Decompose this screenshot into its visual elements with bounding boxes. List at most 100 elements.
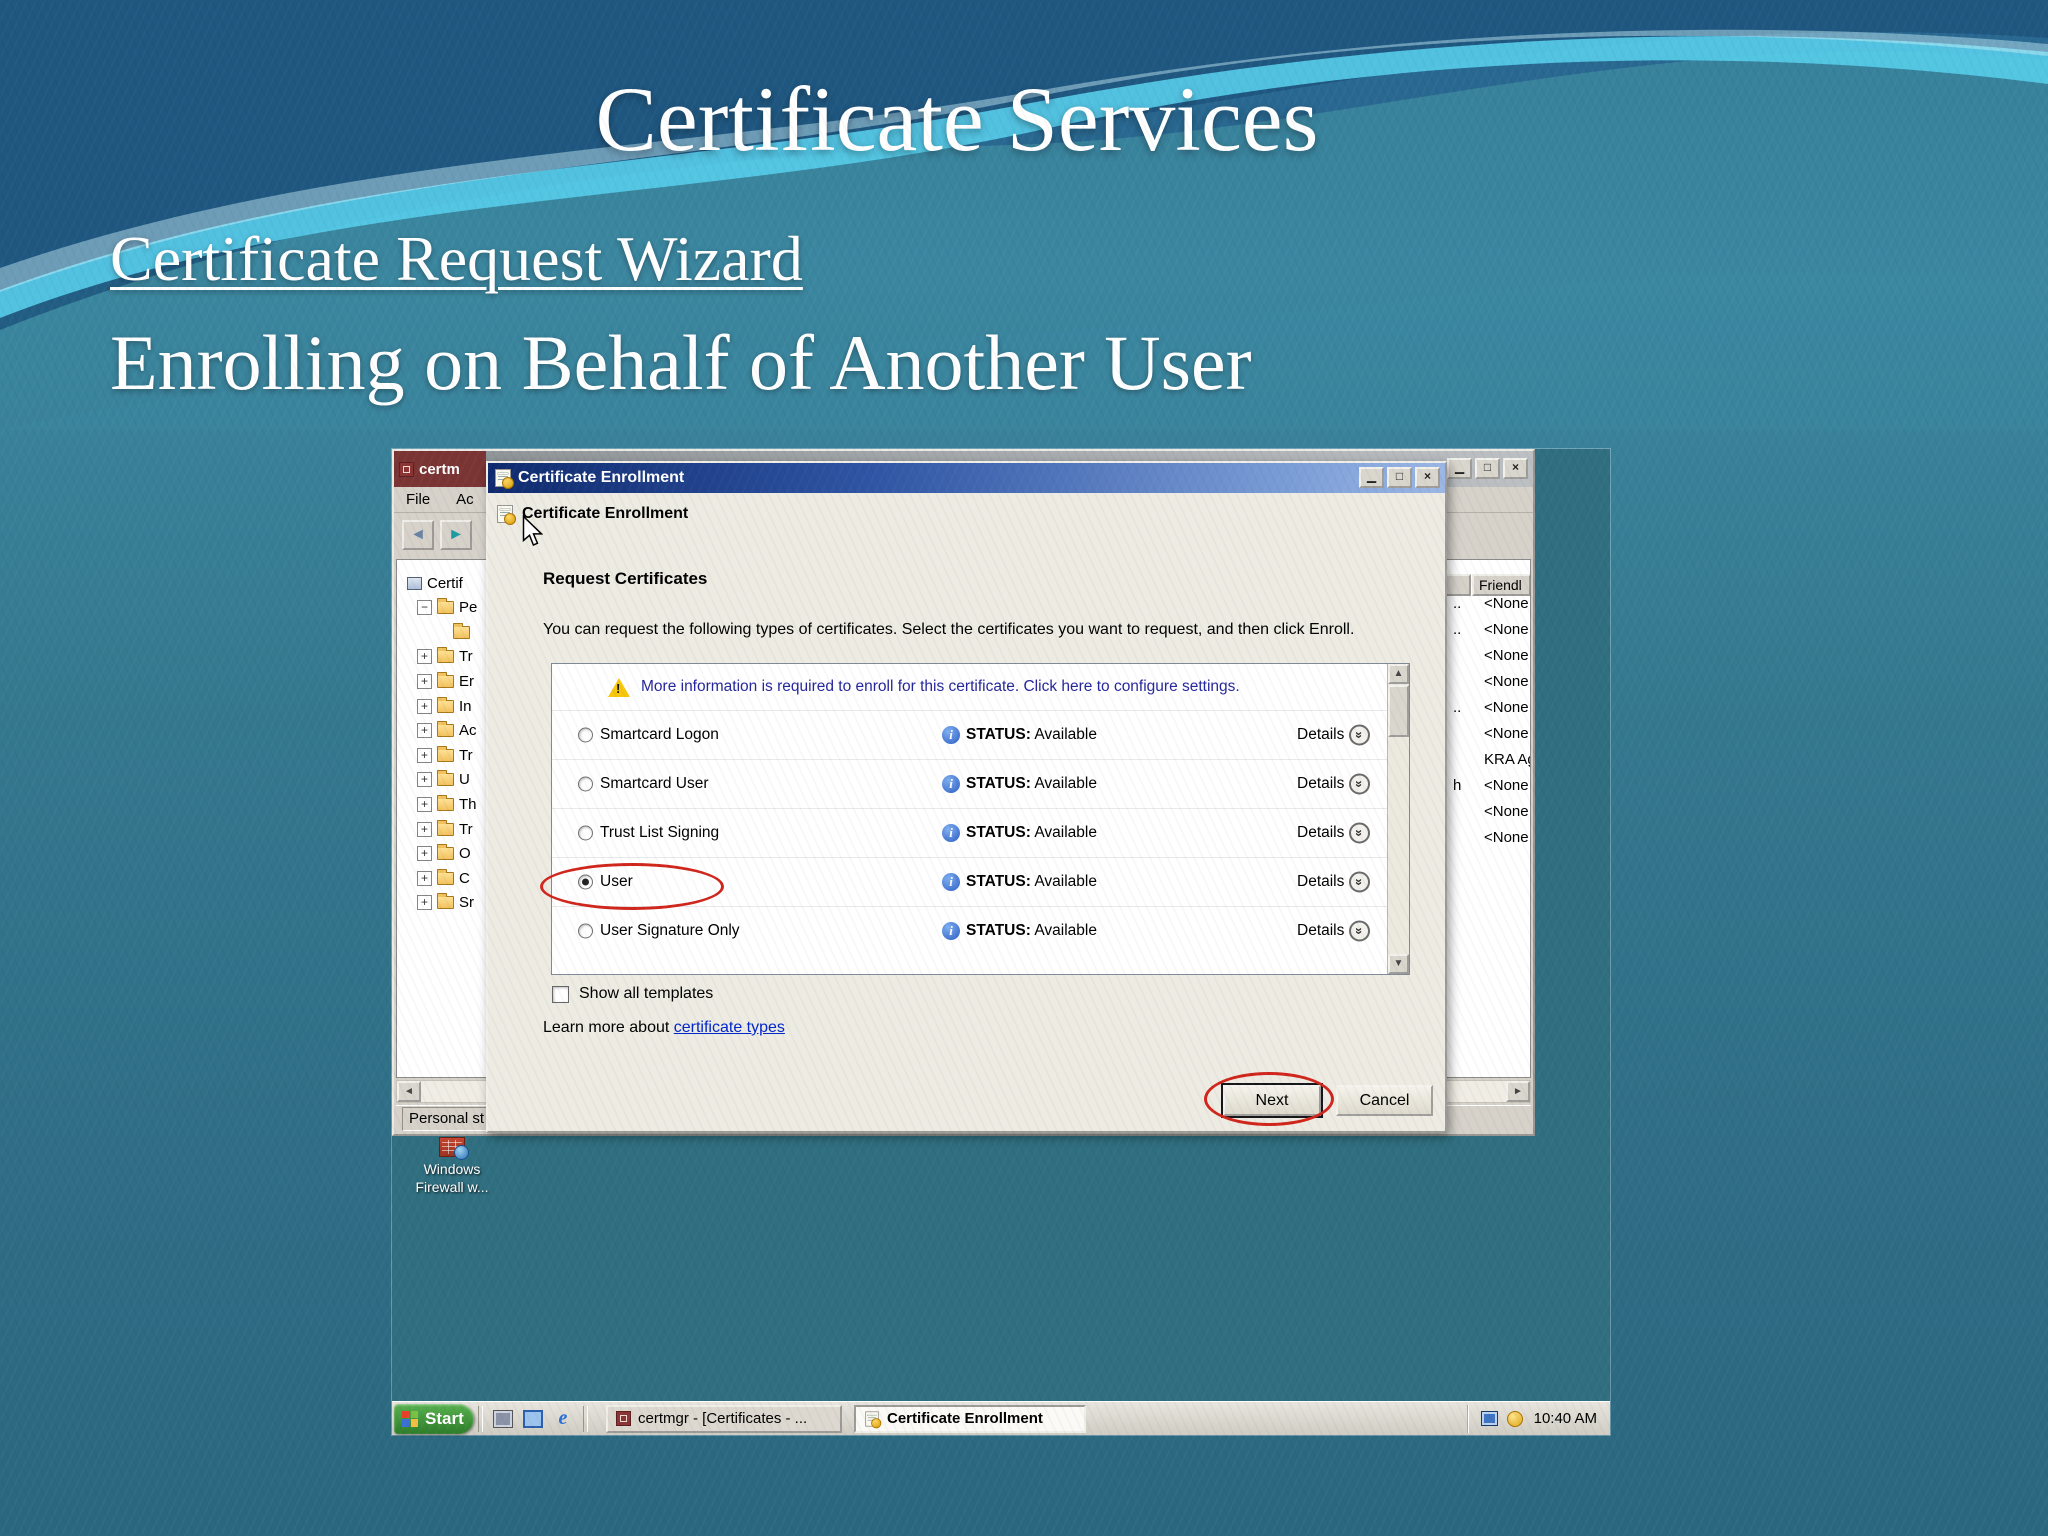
cert-name-label[interactable]: Smartcard User [600, 775, 709, 793]
details-label[interactable]: Details [1297, 824, 1344, 842]
info-icon: i [942, 775, 960, 793]
list-cell-value: KRA Ag [1484, 751, 1531, 768]
chevron-down-icon: » [1351, 780, 1367, 788]
details-expander-button[interactable]: » [1349, 724, 1370, 746]
start-button[interactable]: Start [394, 1403, 474, 1434]
show-all-label: Show all templates [579, 985, 714, 1002]
certificate-icon [865, 1410, 882, 1428]
list-cell-value: <None [1484, 803, 1529, 820]
section-title: Request Certificates [543, 569, 708, 588]
forward-icon: ► [448, 526, 464, 543]
chevron-down-icon: » [1351, 927, 1367, 935]
slide-title: Certificate Services [595, 68, 1319, 170]
minimize-button[interactable]: ▁ [1359, 467, 1384, 488]
radio-button[interactable] [578, 874, 593, 890]
cert-name-label[interactable]: User [600, 873, 633, 891]
details-label[interactable]: Details [1297, 775, 1344, 793]
cert-name-label[interactable]: User Signature Only [600, 922, 740, 940]
taskbar-divider [583, 1405, 588, 1432]
radio-button[interactable] [578, 776, 593, 792]
close-button[interactable]: × [1415, 467, 1440, 488]
scroll-left-button[interactable]: ◄ [397, 1081, 421, 1102]
windows-logo-icon [402, 1410, 418, 1427]
certmgr-icon [399, 461, 414, 477]
show-all-templates[interactable]: Show all templates [552, 985, 713, 1003]
warning-icon [608, 677, 630, 697]
clock: 10:40 AM [1533, 1410, 1597, 1427]
maximize-button[interactable]: □ [1387, 467, 1412, 488]
cert-name-label[interactable]: Smartcard Logon [600, 726, 719, 744]
quicklaunch-icon-2[interactable] [523, 1409, 543, 1428]
slide: Certificate Services Certificate Request… [0, 0, 2048, 1536]
radio-button[interactable] [578, 923, 593, 939]
cert-row[interactable]: Trust List Signing i STATUS: Available Deta… [552, 808, 1387, 857]
menu-action[interactable]: Ac [456, 491, 474, 508]
cert-row[interactable]: Smartcard Logon i STATUS: Available Details… [552, 710, 1387, 759]
dialog-titlebar[interactable]: Certificate Enrollment ▁ □ × [488, 463, 1445, 493]
cancel-button[interactable]: Cancel [1336, 1085, 1433, 1116]
more-info-warning[interactable]: More information is required to enroll f… [552, 664, 1387, 710]
desktop-screenshot: certm ▁ □ × File Ac ◄ ► Certif − Pe + Tr + Er +… [392, 449, 1610, 1435]
certificate-types-link[interactable]: certificate types [674, 1019, 785, 1036]
cert-row[interactable]: Smartcard User i STATUS: Available Details » [552, 759, 1387, 808]
close-button[interactable]: × [1503, 458, 1528, 479]
maximize-button[interactable]: □ [1475, 458, 1500, 479]
taskbar-button-certmgr[interactable]: certmgr - [Certificates - ... [606, 1404, 842, 1433]
start-label: Start [425, 1408, 464, 1428]
status-text: STATUS: Available [966, 775, 1097, 792]
vertical-scrollbar[interactable]: ▲ ▼ [1387, 664, 1409, 974]
chevron-down-icon: » [1351, 731, 1367, 739]
details-label[interactable]: Details [1297, 726, 1344, 744]
quicklaunch-icon-1[interactable] [493, 1409, 513, 1428]
taskbar-button-certificate-enrollment[interactable]: Certificate Enrollment [854, 1404, 1086, 1433]
next-button[interactable]: Next [1223, 1085, 1321, 1116]
details-expander-button[interactable]: » [1349, 920, 1370, 942]
certificate-icon [495, 469, 514, 489]
chevron-down-icon: » [1351, 829, 1367, 837]
quick-launch: e [487, 1407, 579, 1429]
mouse-cursor [522, 515, 543, 547]
cert-name-label[interactable]: Trust List Signing [600, 824, 719, 842]
details-label[interactable]: Details [1297, 922, 1344, 940]
warning-link-text[interactable]: More information is required to enroll f… [641, 678, 1240, 696]
back-button[interactable]: ◄ [402, 520, 434, 550]
list-cell-fragment: .. [1453, 699, 1462, 716]
status-text: STATUS: Available [966, 726, 1097, 743]
details-expander-button[interactable]: » [1349, 773, 1370, 795]
details-expander-button[interactable]: » [1349, 871, 1370, 893]
minimize-button[interactable]: ▁ [1447, 458, 1472, 479]
scroll-down-button[interactable]: ▼ [1388, 954, 1409, 974]
certmgr-title-area: certm [394, 451, 486, 487]
show-all-checkbox[interactable] [552, 985, 569, 1003]
details-label[interactable]: Details [1297, 873, 1344, 891]
quicklaunch-ie-icon[interactable]: e [553, 1407, 573, 1429]
desktop-icon-windows-firewall[interactable]: Windows Firewall w... [404, 1137, 500, 1196]
radio-button[interactable] [578, 825, 593, 841]
tray-icon-2[interactable] [1506, 1410, 1523, 1427]
task-label: certmgr - [Certificates - ... [638, 1410, 808, 1427]
radio-button[interactable] [578, 727, 593, 743]
tray-icon-1[interactable] [1480, 1411, 1498, 1426]
info-icon: i [942, 824, 960, 842]
back-icon: ◄ [410, 526, 426, 543]
list-cell-value: <None [1484, 673, 1529, 690]
info-icon: i [942, 922, 960, 940]
list-cell-fragment: .. [1453, 621, 1462, 638]
list-cell-value: <None [1484, 829, 1529, 846]
system-tray: 10:40 AM [1466, 1404, 1607, 1433]
info-icon: i [942, 726, 960, 744]
cert-row[interactable]: User i STATUS: Available Details » [552, 857, 1387, 906]
scrollbar-thumb[interactable] [1388, 685, 1409, 737]
cert-row[interactable]: User Signature Only i STATUS: Available Det… [552, 906, 1387, 955]
list-cell-value: <None [1484, 777, 1529, 794]
scroll-right-button[interactable]: ► [1506, 1081, 1530, 1102]
forward-button[interactable]: ► [440, 520, 472, 550]
cert-list: Smartcard Logon i STATUS: Available Details… [552, 710, 1387, 955]
taskbar: Start e certmgr - [Certificates - ... Ce… [392, 1401, 1610, 1435]
task-label: Certificate Enrollment [887, 1410, 1043, 1427]
menu-file[interactable]: File [406, 491, 430, 508]
details-expander-button[interactable]: » [1349, 822, 1370, 844]
desktop-icon-label: Firewall w... [415, 1179, 489, 1196]
scroll-up-button[interactable]: ▲ [1388, 664, 1409, 684]
list-cell-value: <None [1484, 621, 1529, 638]
